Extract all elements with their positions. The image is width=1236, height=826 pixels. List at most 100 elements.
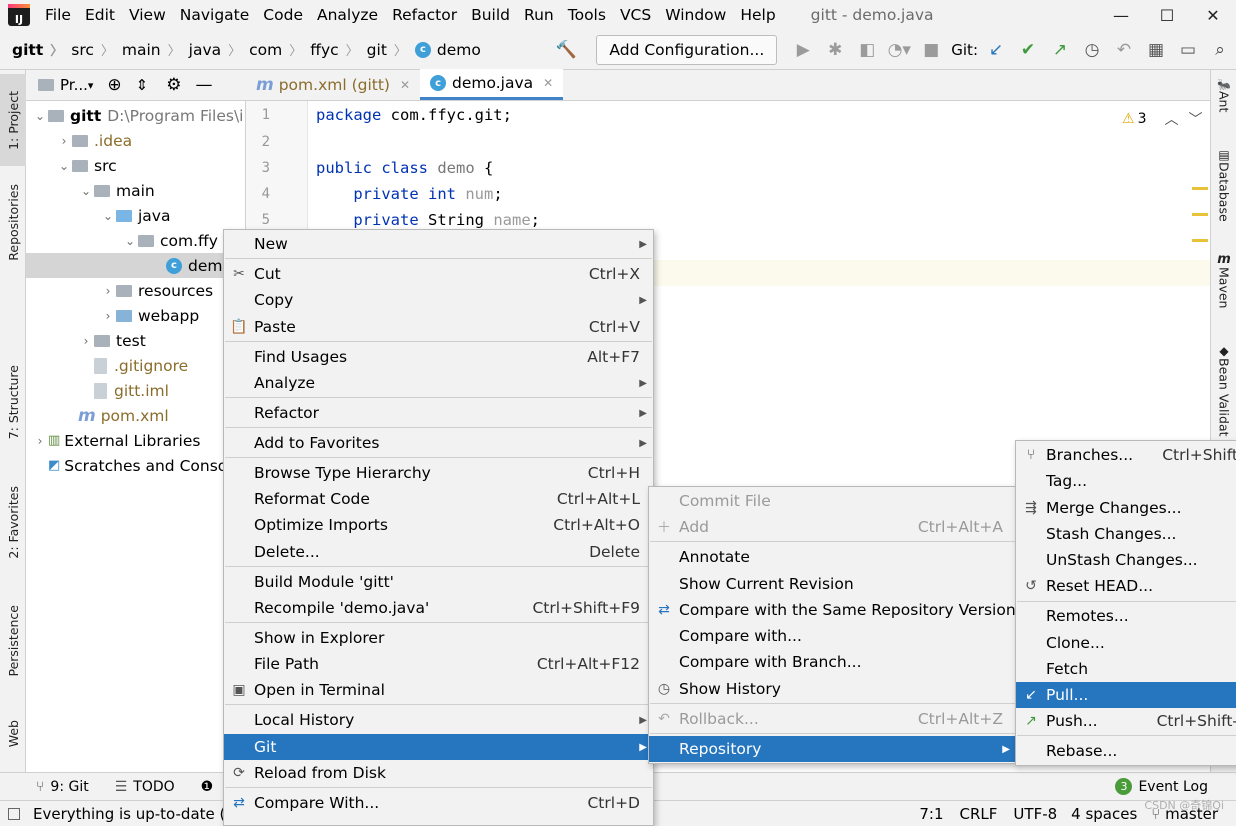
menu-item-reset-head[interactable]: ↺ Reset HEAD...: [1016, 573, 1236, 599]
tab-structure[interactable]: 7: Structure: [0, 352, 26, 452]
run-icon[interactable]: ▶: [787, 35, 819, 65]
tab-maven[interactable]: m Maven: [1211, 252, 1236, 308]
chevron-down-icon[interactable]: ⌄: [32, 109, 48, 123]
tree-node-main[interactable]: ⌄ main: [78, 178, 155, 203]
hide-panel-icon[interactable]: —: [196, 75, 213, 95]
chevron-right-icon[interactable]: ›: [100, 309, 116, 323]
breadcrumb-ffyc[interactable]: ffyc 〉: [306, 40, 362, 60]
tab-favorites[interactable]: 2: Favorites: [0, 474, 26, 570]
tree-node-idea[interactable]: › .idea: [56, 128, 133, 153]
chevron-down-icon[interactable]: ⌄: [122, 234, 138, 248]
menu-item-optimize-imports[interactable]: Optimize Imports Ctrl+Alt+O: [224, 512, 653, 538]
menu-build[interactable]: Build: [464, 6, 517, 24]
chevron-down-icon[interactable]: ⌄: [100, 209, 116, 223]
menu-item-local-history[interactable]: Local History ▶: [224, 707, 653, 733]
project-view-selector[interactable]: Pr...: [60, 76, 88, 94]
chevron-down-icon[interactable]: ﹀: [1188, 109, 1202, 129]
chevron-up-icon[interactable]: ︿: [1164, 109, 1178, 129]
chevron-down-icon[interactable]: ⌄: [78, 184, 94, 198]
menu-item-git[interactable]: Git ▶: [224, 734, 653, 760]
menu-item-paste[interactable]: 📋 Paste Ctrl+V: [224, 314, 653, 340]
breadcrumb-java[interactable]: java 〉: [185, 40, 246, 60]
menu-file[interactable]: File: [38, 6, 78, 24]
chevron-right-icon[interactable]: ›: [32, 434, 48, 448]
chevron-down-icon[interactable]: ⌄: [56, 159, 72, 173]
menu-item-compare-same-repo[interactable]: ⇄ Compare with the Same Repository Versio…: [649, 597, 1016, 623]
menu-tools[interactable]: Tools: [561, 6, 613, 24]
menu-item-delete[interactable]: Delete... Delete: [224, 539, 653, 565]
tree-node-external-libraries[interactable]: › ▥ External Libraries: [32, 428, 201, 453]
tab-todo[interactable]: ☰ TODO: [115, 779, 175, 795]
tree-node-resources[interactable]: › resources: [100, 278, 214, 303]
menu-item-copy[interactable]: Copy ▶: [224, 287, 653, 313]
menu-item-repository[interactable]: Repository ▶: [649, 736, 1016, 762]
breadcrumb-gitt[interactable]: gitt 〉: [8, 40, 67, 60]
debug-icon[interactable]: ✱: [819, 35, 851, 65]
breadcrumb-demo[interactable]: c demo: [411, 41, 485, 59]
close-tab-icon[interactable]: ✕: [543, 76, 553, 90]
menu-item-file-path[interactable]: File Path Ctrl+Alt+F12: [224, 651, 653, 677]
chevron-right-icon[interactable]: ›: [56, 134, 72, 148]
menu-item-new[interactable]: New ▶: [224, 231, 653, 257]
warning-stripe[interactable]: [1192, 239, 1208, 242]
tab-bean-validation[interactable]: ◆ Bean Validat: [1211, 344, 1236, 437]
git-push-icon[interactable]: ↗: [1044, 35, 1076, 65]
tab-repositories[interactable]: Repositories: [0, 174, 26, 270]
menu-item-open-in-terminal[interactable]: ▣ Open in Terminal: [224, 677, 653, 703]
chevron-right-icon[interactable]: ›: [100, 284, 116, 298]
coverage-icon[interactable]: ◧: [851, 35, 883, 65]
menu-item-show-history[interactable]: ◷ Show History: [649, 676, 1016, 702]
menu-item-branches[interactable]: ⑂ Branches... Ctrl+Shift: [1016, 442, 1236, 468]
collapse-all-icon[interactable]: ⇕: [136, 76, 149, 94]
file-encoding[interactable]: UTF-8: [1013, 805, 1057, 823]
tree-node-webapp[interactable]: › webapp: [100, 303, 200, 328]
menu-navigate[interactable]: Navigate: [173, 6, 257, 24]
profile-icon[interactable]: ◔▾: [883, 35, 915, 65]
git-branch-widget[interactable]: ⑂ master CSDN @奇锦Qi: [1144, 799, 1224, 823]
line-separator[interactable]: CRLF: [960, 805, 998, 823]
chevron-down-icon[interactable]: ▾: [88, 79, 94, 92]
menu-item-clone[interactable]: Clone...: [1016, 630, 1236, 656]
locate-icon[interactable]: ⊕: [107, 75, 121, 95]
warning-stripe[interactable]: [1192, 213, 1208, 216]
menu-item-compare-with-branch[interactable]: Compare with Branch...: [649, 649, 1016, 675]
tab-project[interactable]: 1: Project: [0, 74, 26, 166]
breadcrumb-git[interactable]: git 〉: [363, 40, 411, 60]
tab-demo-java[interactable]: c demo.java ✕: [420, 69, 564, 100]
tree-node-package[interactable]: ⌄ com.ffy: [122, 228, 218, 253]
menu-item-build-module[interactable]: Build Module 'gitt': [224, 569, 653, 595]
breadcrumb-main[interactable]: main 〉: [118, 40, 185, 60]
menu-window[interactable]: Window: [658, 6, 733, 24]
caret-position[interactable]: 7:1: [919, 805, 943, 823]
tab-database[interactable]: ▤ Database: [1211, 148, 1236, 222]
tab-ant[interactable]: 🐜 Ant: [1211, 78, 1236, 112]
minimize-button[interactable]: —: [1098, 0, 1144, 30]
tab-persistence[interactable]: Persistence: [0, 592, 26, 690]
menu-vcs[interactable]: VCS: [613, 6, 658, 24]
breadcrumb-com[interactable]: com 〉: [245, 40, 306, 60]
maximize-button[interactable]: ☐: [1144, 0, 1190, 30]
menu-item-analyze[interactable]: Analyze ▶: [224, 370, 653, 396]
breadcrumb-src[interactable]: src 〉: [67, 40, 118, 60]
menu-item-merge-changes[interactable]: ⇶ Merge Changes...: [1016, 495, 1236, 521]
tree-node-test[interactable]: › test: [78, 328, 146, 353]
problems-icon[interactable]: ❶: [201, 779, 214, 795]
menu-item-refactor[interactable]: Refactor ▶: [224, 400, 653, 426]
menu-item-reformat-code[interactable]: Reformat Code Ctrl+Alt+L: [224, 486, 653, 512]
menu-view[interactable]: View: [122, 6, 173, 24]
project-structure-icon[interactable]: ▦: [1140, 35, 1172, 65]
menu-item-compare-with[interactable]: Compare with...: [649, 623, 1016, 649]
menu-item-push[interactable]: ↗ Push... Ctrl+Shift-: [1016, 708, 1236, 734]
tree-node-src[interactable]: ⌄ src: [56, 153, 117, 178]
menu-item-reload-from-disk[interactable]: ⟳ Reload from Disk: [224, 760, 653, 786]
settings-gear-icon[interactable]: ⚙: [166, 75, 181, 95]
menu-item-remotes[interactable]: Remotes...: [1016, 603, 1236, 629]
warning-stripe[interactable]: [1192, 187, 1208, 190]
add-configuration-button[interactable]: Add Configuration...: [596, 34, 778, 65]
menu-item-fetch[interactable]: Fetch: [1016, 656, 1236, 682]
menu-item-show-in-explorer[interactable]: Show in Explorer: [224, 625, 653, 651]
menu-item-recompile[interactable]: Recompile 'demo.java' Ctrl+Shift+F9: [224, 595, 653, 621]
tab-event-log[interactable]: 3 Event Log: [1115, 778, 1208, 795]
tree-node-gitignore[interactable]: .gitignore: [78, 353, 188, 378]
git-rollback-icon[interactable]: ↶: [1108, 35, 1140, 65]
